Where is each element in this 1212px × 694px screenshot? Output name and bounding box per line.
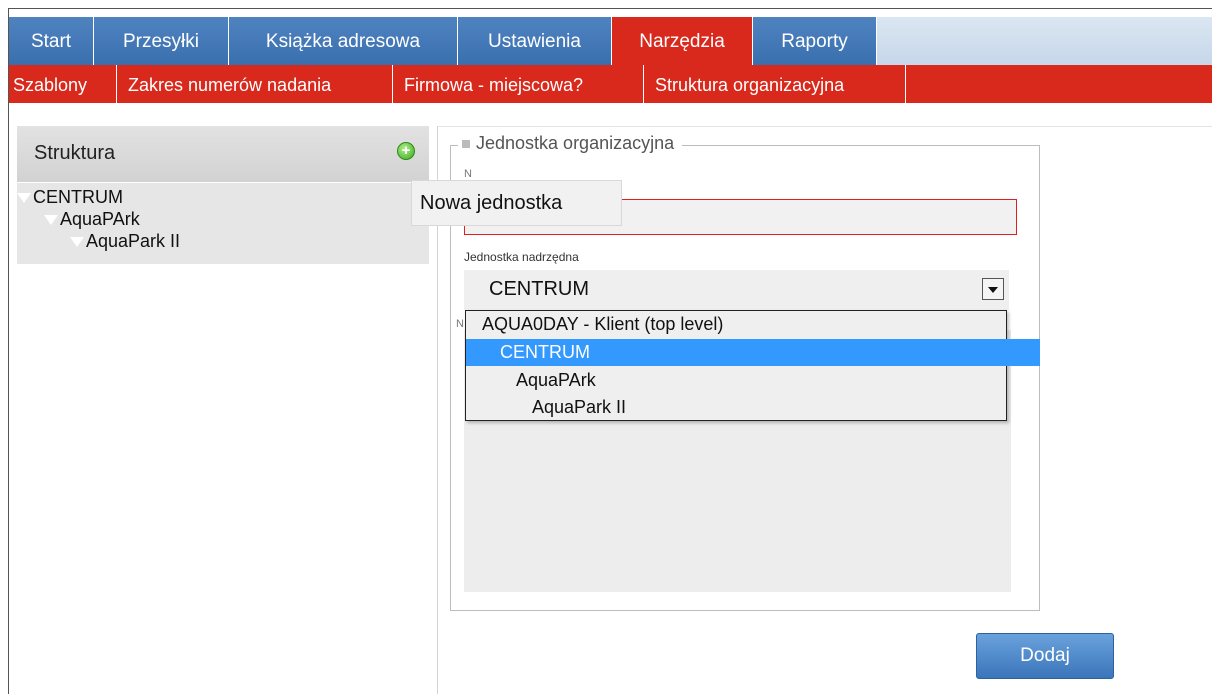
structure-tree: CENTRUM AquaPArk AquaPark II [17,183,429,264]
parent-unit-dropdown-list: AQUA0DAY - Klient (top level) CENTRUM Aq… [465,310,1040,421]
tab-raporty[interactable]: Raporty [753,17,877,65]
dropdown-option[interactable]: AQUA0DAY - Klient (top level) [466,311,1022,338]
expand-triangle-icon[interactable] [17,193,31,204]
parent-unit-value: CENTRUM [489,278,589,300]
expand-triangle-icon[interactable] [44,215,58,226]
dropdown-arrow-icon[interactable] [982,278,1004,300]
tabbar-empty-area [877,17,1212,65]
parent-unit-label: Jednostka nadrzędna [464,250,579,264]
tab-ksiazka-adresowa[interactable]: Książka adresowa [229,17,458,65]
expand-triangle-icon[interactable] [70,237,84,248]
submenu-bar: Szablony Zakres numerów nadania Firmowa … [9,65,1212,103]
tab-przesylki[interactable]: Przesyłki [94,17,229,65]
structure-panel-header: Struktura + [17,126,429,182]
tree-node-aquapark[interactable]: AquaPArk [44,208,140,230]
add-unit-tooltip: Nowa jednostka [411,180,622,226]
tab-ustawienia[interactable]: Ustawienia [458,17,612,65]
tab-start[interactable]: Start [9,17,94,65]
submenu-szablony[interactable]: Szablony [9,65,117,103]
fieldset-legend: Jednostka organizacyjna [458,133,683,154]
tree-node-label: CENTRUM [33,187,123,207]
collapse-square-icon[interactable] [462,140,470,149]
legend-text: Jednostka organizacyjna [476,133,675,153]
add-unit-icon[interactable]: + [397,142,415,160]
dropdown-option-selected[interactable]: CENTRUM [466,339,1040,366]
dropdown-option[interactable]: AquaPArk [466,367,1056,394]
tab-narzedzia[interactable]: Narzędzia [612,17,753,65]
tree-node-label: AquaPArk [60,209,140,229]
submenu-firmowa-miejscowa[interactable]: Firmowa - miejscowa? [393,65,644,103]
tree-node-centrum[interactable]: CENTRUM [17,186,123,208]
notes-label: N [456,318,464,330]
name-label: N [464,168,472,180]
tree-node-aquapark-ii[interactable]: AquaPark II [70,230,180,252]
main-tabbar: Start Przesyłki Książka adresowa Ustawie… [9,17,1212,65]
add-button[interactable]: Dodaj [976,633,1114,679]
submenu-zakres-numerow[interactable]: Zakres numerów nadania [117,65,393,103]
submenu-struktura-organizacyjna[interactable]: Struktura organizacyjna [644,65,906,103]
structure-title: Struktura [34,142,116,164]
content-divider-top [437,126,1212,127]
tree-node-label: AquaPark II [86,231,181,251]
parent-unit-select[interactable]: CENTRUM [464,270,1009,310]
dropdown-option[interactable]: AquaPark II [466,394,1072,421]
